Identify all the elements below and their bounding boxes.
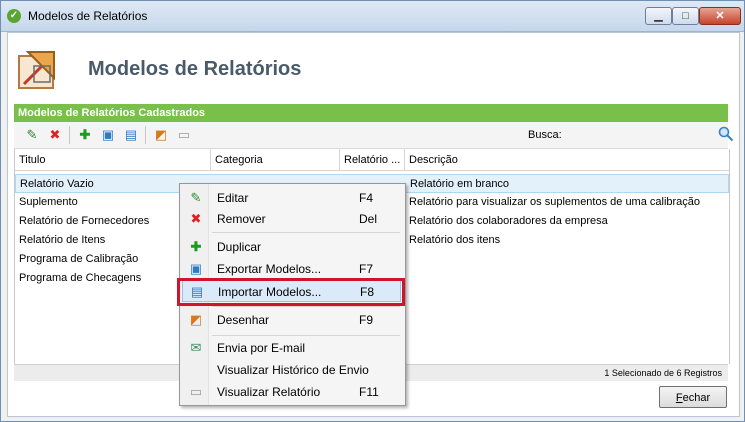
- menu-item-label: Visualizar Histórico de Envio: [217, 363, 369, 377]
- search-icon[interactable]: [718, 126, 734, 142]
- window-title: Modelos de Relatórios: [28, 9, 148, 23]
- menu-item-label: Visualizar Relatório: [217, 385, 321, 399]
- minimize-button[interactable]: ▁: [645, 7, 672, 25]
- menu-separator: [212, 306, 400, 307]
- edit-icon[interactable]: ✎: [24, 127, 40, 143]
- close-button[interactable]: Fechar: [659, 386, 727, 408]
- menu-item-view-report[interactable]: ▭ Visualizar Relatório F11: [182, 381, 401, 403]
- export-icon: ▣: [189, 261, 203, 276]
- menu-separator: [212, 232, 400, 233]
- record-count: 1 Selecionado de 6 Registros: [604, 368, 722, 378]
- group-header: Modelos de Relatórios Cadastrados: [14, 104, 728, 122]
- column-header-titulo[interactable]: Titulo: [15, 149, 211, 171]
- menu-item-label: Duplicar: [217, 240, 262, 254]
- menu-item-shortcut: F4: [359, 191, 374, 205]
- menu-item-email[interactable]: ✉ Envia por E-mail: [182, 337, 401, 359]
- menu-item-design[interactable]: ◩ Desenhar F9: [182, 309, 401, 331]
- menu-separator: [212, 335, 400, 336]
- close-accel: F: [675, 392, 683, 404]
- cell-descricao: Relatório dos itens: [409, 234, 501, 246]
- menu-item-label: Remover: [217, 212, 266, 226]
- design-icon[interactable]: ◩: [153, 127, 169, 143]
- view-report-icon: ▭: [189, 384, 203, 399]
- export-icon[interactable]: ▣: [100, 127, 116, 143]
- remove-icon[interactable]: ✖: [47, 127, 63, 143]
- column-header-relatorio[interactable]: Relatório ...: [340, 149, 405, 171]
- menu-item-duplicate[interactable]: ✚ Duplicar: [182, 236, 401, 258]
- page-title: Modelos de Relatórios: [88, 58, 302, 80]
- title-bar: ✓ Modelos de Relatórios ▁ □ ✕: [1, 1, 744, 32]
- app-icon: ✓: [7, 9, 21, 23]
- search-label: Busca:: [528, 129, 562, 141]
- close-label: echar: [682, 392, 711, 404]
- toolbar-separator: [145, 126, 146, 144]
- column-header-descricao[interactable]: Descrição: [405, 149, 729, 171]
- search-input[interactable]: [566, 125, 720, 147]
- menu-item-label: Desenhar: [217, 313, 270, 327]
- close-window-button[interactable]: ✕: [699, 7, 741, 25]
- maximize-button[interactable]: □: [672, 7, 699, 25]
- import-icon[interactable]: ▤: [123, 127, 139, 143]
- menu-item-shortcut: Del: [359, 212, 378, 226]
- edit-icon: ✎: [190, 190, 202, 205]
- menu-item-label: Editar: [217, 191, 249, 205]
- menu-item-remove[interactable]: ✖ Remover Del: [182, 208, 401, 230]
- report-design-icon: [18, 51, 55, 89]
- duplicate-icon[interactable]: ✚: [77, 127, 93, 143]
- toolbar-separator: [69, 126, 70, 144]
- email-icon: ✉: [190, 340, 202, 355]
- menu-item-shortcut: F7: [359, 262, 374, 276]
- cell-descricao: Relatório dos colaboradores da empresa: [409, 215, 608, 227]
- menu-item-send-history[interactable]: Visualizar Histórico de Envio: [182, 359, 401, 381]
- column-header-categoria[interactable]: Categoria: [211, 149, 340, 171]
- design-icon: ◩: [189, 312, 203, 327]
- duplicate-icon: ✚: [190, 239, 202, 254]
- highlight-annotation: [177, 278, 405, 306]
- menu-item-label: Exportar Modelos...: [217, 262, 322, 276]
- menu-item-shortcut: F9: [359, 313, 374, 327]
- toolbar: ✎ ✖ ✚ ▣ ▤ ◩ ▭ Busca:: [14, 122, 734, 149]
- menu-item-export[interactable]: ▣ Exportar Modelos... F7: [182, 258, 401, 280]
- remove-icon: ✖: [190, 211, 202, 226]
- menu-item-shortcut: F11: [359, 385, 379, 399]
- menu-item-edit[interactable]: ✎ Editar F4: [182, 187, 401, 209]
- view-report-icon[interactable]: ▭: [176, 127, 192, 143]
- menu-item-label: Envia por E-mail: [217, 341, 306, 355]
- cell-descricao: Relatório para visualizar os suplementos…: [409, 196, 701, 208]
- cell-descricao: Relatório em branco: [410, 178, 510, 190]
